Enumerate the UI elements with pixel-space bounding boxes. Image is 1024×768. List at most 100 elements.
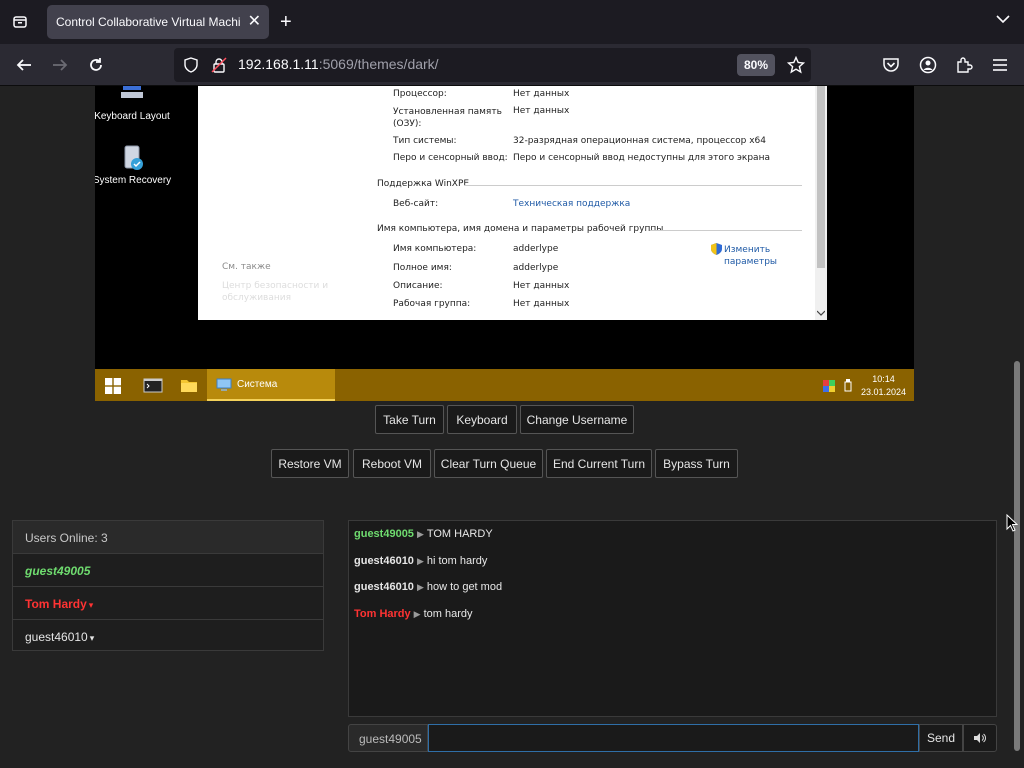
user-name: Tom Hardy xyxy=(25,597,87,611)
bypass-turn-button[interactable]: Bypass Turn xyxy=(655,449,738,478)
firefox-view-icon[interactable] xyxy=(8,10,32,34)
new-tab-icon[interactable]: + xyxy=(280,11,292,33)
page-content: Keyboard Layout System Recovery Процессо… xyxy=(0,86,1010,768)
tab-bar: Control Collaborative Virtual Machine ✕ … xyxy=(0,0,1024,44)
usb-tray-icon[interactable] xyxy=(843,378,853,397)
sysinfo-label: Установленная память (ОЗУ): xyxy=(393,107,502,129)
chat-message: guest46010 ▶ hi tom hardy xyxy=(354,555,487,567)
sysinfo-label: Рабочая группа: xyxy=(393,299,471,309)
sysinfo-label: Полное имя: xyxy=(393,263,452,273)
sysinfo-scrollbar[interactable] xyxy=(815,86,827,320)
chat-messages[interactable]: guest49005 ▶ TOM HARDY guest46010 ▶ hi tom h… xyxy=(348,520,997,717)
forward-arrow-icon[interactable] xyxy=(49,54,71,76)
scroll-down-icon[interactable] xyxy=(816,309,826,318)
chat-username[interactable]: guest49005 xyxy=(354,528,414,540)
page-scrollbar[interactable] xyxy=(1010,86,1024,768)
bookmark-star-icon[interactable] xyxy=(785,54,807,76)
end-current-turn-button[interactable]: End Current Turn xyxy=(546,449,652,478)
file-explorer-icon[interactable] xyxy=(177,373,201,397)
terminal-icon[interactable] xyxy=(141,373,165,397)
clear-turn-queue-button[interactable]: Clear Turn Queue xyxy=(434,449,543,478)
chat-message-input[interactable] xyxy=(428,724,919,752)
taskbar-clock[interactable]: 10:14 23.01.2024 xyxy=(861,373,906,399)
chat-arrow-icon: ▶ xyxy=(416,529,424,539)
sysinfo-value: adderlype xyxy=(513,244,559,254)
tab-title: Control Collaborative Virtual Machine xyxy=(56,15,241,29)
sysinfo-value: Перо и сенсорный ввод недоступны для это… xyxy=(513,153,770,163)
chat-text: tom hardy xyxy=(423,608,473,620)
shield-icon[interactable] xyxy=(180,54,202,76)
chat-username[interactable]: guest46010 xyxy=(354,581,414,593)
url-bar[interactable]: 192.168.1.11:5069/themes/dark/ 80% xyxy=(174,48,811,82)
desktop-icon-keyboard-layout[interactable]: Keyboard Layout xyxy=(95,86,177,122)
users-online-header: Users Online: 3 xyxy=(13,521,323,554)
chat-message: Tom Hardy ▶ tom hardy xyxy=(354,608,472,620)
keyboard-button[interactable]: Keyboard xyxy=(447,405,517,434)
change-settings-link[interactable]: Изменить параметры xyxy=(724,244,784,268)
support-link[interactable]: Техническая поддержка xyxy=(513,199,630,209)
menu-hamburger-icon[interactable] xyxy=(989,54,1011,76)
pocket-icon[interactable] xyxy=(880,54,902,76)
volume-button[interactable] xyxy=(963,724,997,752)
sysinfo-value: Нет данных xyxy=(513,281,570,291)
chat-username[interactable]: guest46010 xyxy=(354,555,414,567)
chat-input-row: guest49005 Send xyxy=(348,724,997,752)
user-list-item[interactable]: guest49005 xyxy=(13,554,323,587)
chevron-down-icon[interactable] xyxy=(996,12,1012,32)
scrollbar-thumb[interactable] xyxy=(817,86,825,268)
sysinfo-value: Нет данных xyxy=(513,106,570,116)
chat-arrow-icon: ▶ xyxy=(416,556,424,566)
speaker-icon xyxy=(974,733,986,743)
account-icon[interactable] xyxy=(917,54,939,76)
zoom-level-badge[interactable]: 80% xyxy=(737,54,775,76)
user-list-item[interactable]: guest46010 ▾ xyxy=(13,620,323,653)
user-name: guest46010 xyxy=(25,630,88,644)
see-also-label: См. также xyxy=(222,262,271,272)
shield-uac-icon xyxy=(711,243,722,258)
system-window-icon xyxy=(215,376,233,399)
desktop-icon-label: Keyboard Layout xyxy=(95,111,170,122)
caret-down-icon[interactable]: ▾ xyxy=(90,633,95,643)
desktop-icon-system-recovery[interactable]: System Recovery xyxy=(95,144,177,186)
send-button[interactable]: Send xyxy=(919,724,963,752)
chat-message: guest49005 ▶ TOM HARDY xyxy=(354,528,493,540)
computer-section-title: Имя компьютера, имя домена и параметры р… xyxy=(377,224,664,234)
system-recovery-icon xyxy=(119,144,145,172)
chat-message: guest46010 ▶ how to get mod xyxy=(354,581,502,593)
chat-username[interactable]: Tom Hardy xyxy=(354,608,411,620)
close-tab-icon[interactable]: ✕ xyxy=(248,12,261,32)
caret-down-icon[interactable]: ▾ xyxy=(89,600,94,610)
vm-display[interactable]: Keyboard Layout System Recovery Процессо… xyxy=(95,86,914,401)
extensions-icon[interactable] xyxy=(953,54,975,76)
active-tab[interactable]: Control Collaborative Virtual Machine ✕ xyxy=(47,5,269,39)
section-divider xyxy=(650,230,802,231)
sysinfo-label: Веб-сайт: xyxy=(393,199,439,209)
scrollbar-thumb[interactable] xyxy=(1014,361,1020,751)
sysinfo-value: Нет данных xyxy=(513,299,570,309)
clock-date: 23.01.2024 xyxy=(860,387,906,397)
chat-text: how to get mod xyxy=(426,581,503,593)
taskbar-active-window[interactable]: Система xyxy=(207,369,335,401)
security-center-link[interactable]: Центр безопасности и обслуживания xyxy=(222,280,334,304)
chat-arrow-icon: ▶ xyxy=(416,582,424,592)
section-divider xyxy=(464,185,802,186)
url-path: :5069/themes/dark/ xyxy=(318,56,439,72)
mouse-cursor-icon xyxy=(1006,513,1019,537)
change-username-button[interactable]: Change Username xyxy=(520,405,634,434)
sysinfo-label: Процессор: xyxy=(393,89,447,99)
reload-icon[interactable] xyxy=(85,54,107,76)
desktop-icon-label: System Recovery xyxy=(95,175,172,186)
restore-vm-button[interactable]: Restore VM xyxy=(271,449,349,478)
taskbar-window-label: Система xyxy=(237,379,278,390)
chat-text: TOM HARDY xyxy=(426,528,493,540)
chat-text: hi tom hardy xyxy=(426,555,488,567)
take-turn-button[interactable]: Take Turn xyxy=(375,405,444,434)
user-list-item[interactable]: Tom Hardy ▾ xyxy=(13,587,323,620)
reboot-vm-button[interactable]: Reboot VM xyxy=(353,449,431,478)
url-text[interactable]: 192.168.1.11:5069/themes/dark/ xyxy=(238,56,439,72)
display-tray-icon[interactable] xyxy=(823,379,835,397)
windows-start-icon[interactable] xyxy=(105,378,121,394)
url-host: 192.168.1.11 xyxy=(238,56,319,72)
back-arrow-icon[interactable] xyxy=(13,54,35,76)
insecure-lock-icon[interactable] xyxy=(208,54,230,76)
